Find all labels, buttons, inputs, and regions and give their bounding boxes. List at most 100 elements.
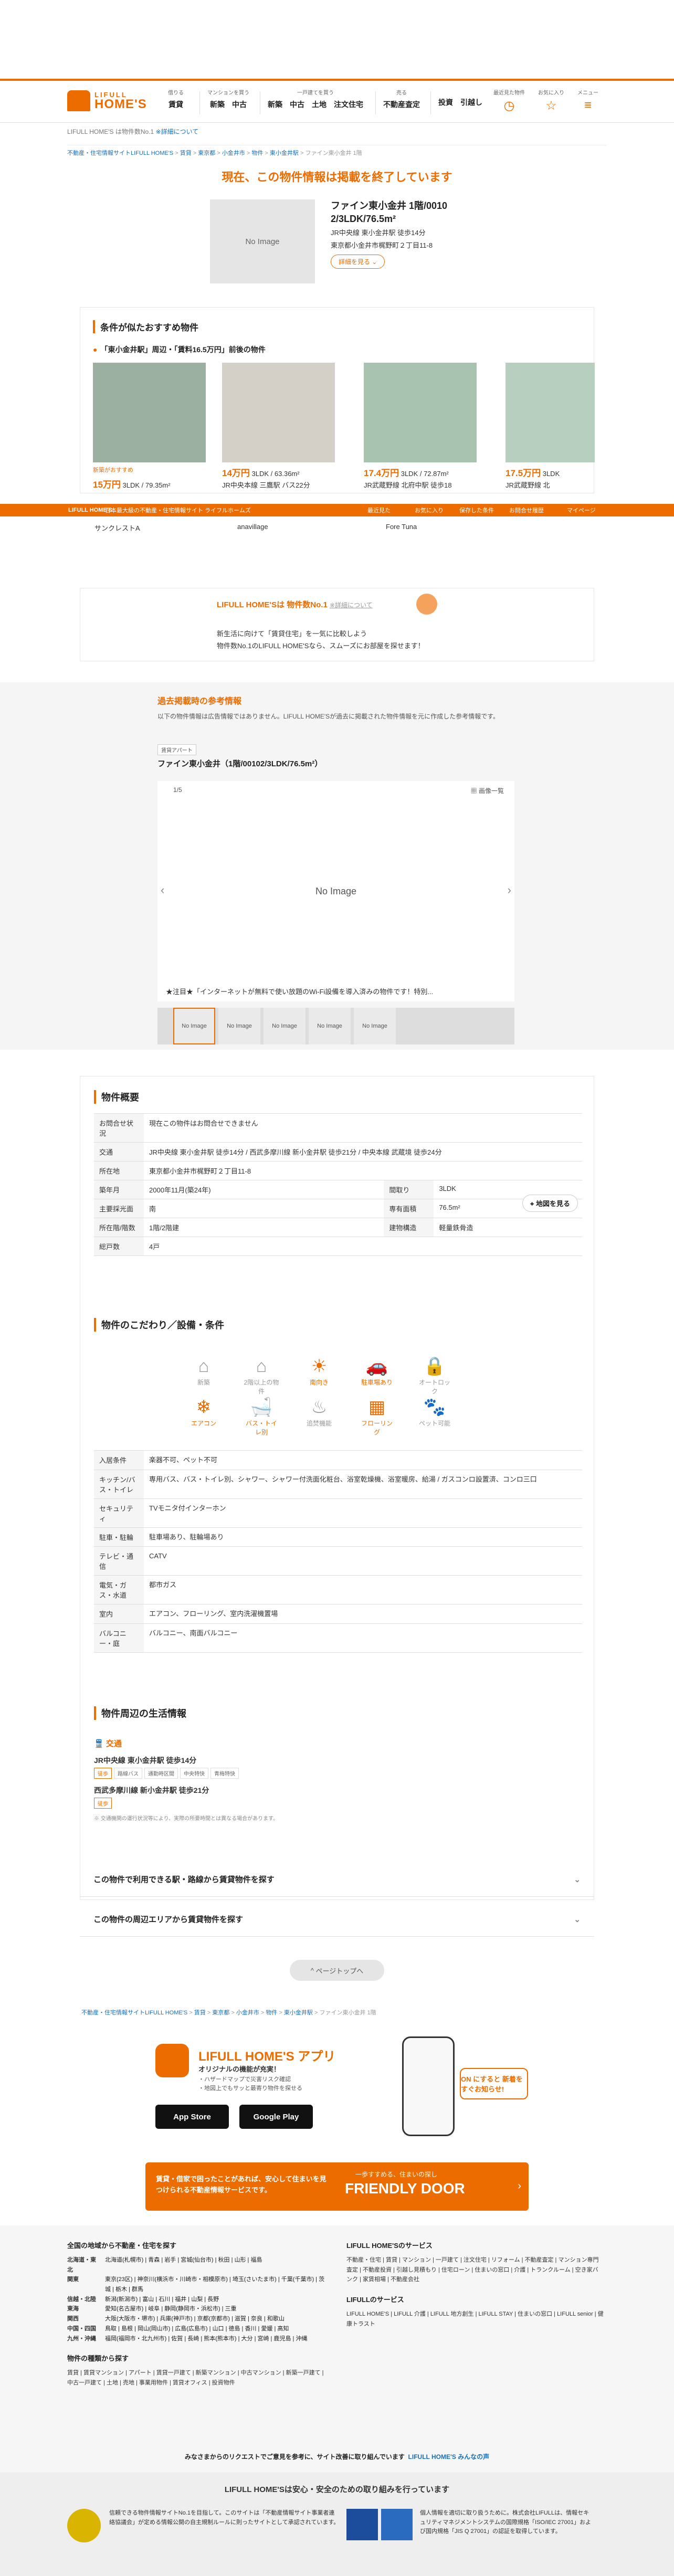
region-links[interactable]: 大阪(大阪市・堺市) | 兵庫(神戸市) | 京都(京都市) | 滋賀 | 奈良… <box>105 2314 285 2324</box>
detail-button[interactable]: 詳細を見る ⌄ <box>331 255 385 269</box>
breadcrumb-item[interactable]: 小金井市 <box>222 150 245 156</box>
site-logo[interactable]: LIFULL HOME'S <box>67 90 147 111</box>
breadcrumb-item[interactable]: 東京都 <box>198 150 215 156</box>
chip[interactable]: 青梅特快 <box>210 1768 239 1779</box>
nav-link-custom[interactable]: 注文住宅 <box>334 99 363 110</box>
accordion-station-search[interactable]: この物件で利用できる駅・路線から賃貸物件を探す ⌄ <box>80 1862 594 1897</box>
thumbnail[interactable]: No Image <box>264 1008 306 1044</box>
menu-button[interactable]: メニュー ≡ <box>572 88 604 113</box>
lifull-links[interactable]: LIFULL HOME'S | LIFULL 介護 | LIFULL 地方創生 … <box>346 2309 604 2329</box>
feature-2f: ⌂ 2階以上の物件 <box>243 1355 280 1396</box>
region-links[interactable]: 愛知(名古屋市) | 岐阜 | 静岡(静岡市・浜松市) | 三重 <box>105 2304 237 2314</box>
nav-link-mansion-new[interactable]: 新築 <box>210 99 225 110</box>
row-key: 所在地 <box>94 1161 144 1180</box>
bath-icon: 🛁 <box>250 1397 273 1417</box>
thumbnail[interactable]: No Image <box>173 1008 215 1044</box>
breadcrumb-item[interactable]: 小金井市 <box>236 2010 259 2016</box>
nav-mansion: マンションを買う 新築 中古 <box>207 88 249 110</box>
page-top-button[interactable]: ^ ページトップへ <box>290 1960 384 1981</box>
history-heading: 過去掲載時の参考情報 <box>157 697 242 706</box>
traffic-label: 交通 <box>106 1739 122 1748</box>
region-links[interactable]: 鳥取 | 島根 | 岡山(岡山市) | 広島(広島市) | 山口 | 徳島 | … <box>105 2324 289 2334</box>
card-spec: 3LDK / 63.36m² <box>251 470 300 478</box>
recommend-card[interactable]: 17.4万円 3LDK / 72.87m² JR武蔵野線 北府中駅 徒歩18 <box>364 363 477 490</box>
row-value: 楽器不可、ペット不可 <box>149 1456 218 1464</box>
no1-note-link[interactable]: ※詳細について <box>330 601 373 609</box>
card-spec: 3LDK / 72.87m² <box>401 470 449 478</box>
row-key: 建物構造 <box>384 1218 434 1237</box>
breadcrumb-item[interactable]: 東京都 <box>212 2010 229 2016</box>
image-list-button[interactable]: ▦ 画像一覧 <box>471 786 504 795</box>
thumbnail[interactable]: No Image <box>354 1008 396 1044</box>
feature-pet: 🐾 ペット可能 <box>416 1396 453 1428</box>
prev-arrow-icon[interactable]: ‹ <box>161 883 164 897</box>
breadcrumb: 不動産・住宅情報サイトLIFULL HOME'S > 賃貸 > 東京都 > 小金… <box>67 145 607 157</box>
breadcrumb-item[interactable]: 不動産・住宅情報サイトLIFULL HOME'S <box>81 2010 187 2016</box>
recent-button[interactable]: 最近見た物件 ◷ <box>493 88 525 113</box>
store-label: App Store <box>173 2112 211 2121</box>
breadcrumb-item[interactable]: 東小金井駅 <box>270 150 299 156</box>
breadcrumb-item[interactable]: 賃貸 <box>194 2010 206 2016</box>
chip[interactable]: 路線バス <box>114 1768 142 1779</box>
recommend-card[interactable]: 17.5万円 3LDK JR武蔵野線 北 <box>506 363 595 490</box>
nav-link-moving[interactable]: 引越し <box>460 97 482 108</box>
thumbnail[interactable]: No Image <box>218 1008 260 1044</box>
map-button[interactable]: ⌖ 地図を見る <box>522 1195 578 1212</box>
nav-house: 一戸建てを買う 新築 中古 土地 注文住宅 <box>268 88 363 110</box>
card-badge: 新築がおすすめ <box>93 467 133 473</box>
row-key: バルコニー・庭 <box>94 1623 144 1652</box>
sticky-favorite[interactable]: お気に入り <box>415 506 444 514</box>
breadcrumb-item[interactable]: 物件 <box>266 2010 277 2016</box>
region-links[interactable]: 福岡(福岡市・北九州市) | 佐賀 | 長崎 | 熊本(熊本市) | 大分 | … <box>105 2334 307 2344</box>
breadcrumb-item[interactable]: 東小金井駅 <box>284 2010 313 2016</box>
app-store-button[interactable]: App Store <box>155 2105 229 2129</box>
favorite-label: お気に入り <box>538 90 564 96</box>
no1-line: 新生活に向けて「賃貸住宅」を一気に比較しよう <box>217 630 367 638</box>
nav-link-house-used[interactable]: 中古 <box>290 99 304 110</box>
property-title: ファイン東小金井 1階/0010 2/3LDK/76.5m² <box>331 200 448 225</box>
nav-link-house-new[interactable]: 新築 <box>268 99 282 110</box>
nav-link-land[interactable]: 土地 <box>312 99 327 110</box>
sticky-recent[interactable]: 最近見た <box>367 506 391 514</box>
chip[interactable]: 徒歩 <box>94 1768 112 1779</box>
accordion-label: この物件で利用できる駅・路線から賃貸物件を探す <box>93 1875 275 1884</box>
feedback-link[interactable]: LIFULL HOME'S みんなの声 <box>408 2453 490 2461</box>
breadcrumb-item[interactable]: 不動産・住宅情報サイトLIFULL HOME'S <box>67 150 173 156</box>
favorite-button[interactable]: お気に入り ☆ <box>535 88 567 113</box>
sticky-mypage[interactable]: マイページ <box>567 506 596 514</box>
service-links[interactable]: 不動産・住宅 | 賃貸 | マンション | 一戸建て | 注文住宅 | リフォー… <box>346 2255 604 2285</box>
nav-link-mansion-used[interactable]: 中古 <box>232 99 247 110</box>
next-arrow-icon[interactable]: › <box>508 883 511 897</box>
nav-link-assess[interactable]: 不動産査定 <box>383 99 420 110</box>
google-play-button[interactable]: Google Play <box>239 2105 313 2129</box>
recommend-card[interactable]: 新築がおすすめ 15万円 3LDK / 79.35m² <box>93 363 206 490</box>
history-property-name: ファイン東小金井（1階/00102/3LDK/76.5m²） <box>157 759 323 768</box>
sticky-inquiry[interactable]: お問合せ履歴 <box>509 506 544 514</box>
recommend-card[interactable]: 14万円 3LDK / 63.36m² JR中央本線 三鷹駅 バス22分 <box>222 363 335 490</box>
kind-links[interactable]: 賃貸 | 賃貸マンション | アパート | 賃貸一戸建て | 新築マンション |… <box>67 2368 330 2388</box>
no1-link[interactable]: ※詳細について <box>156 128 199 135</box>
accordion-area-search[interactable]: この物件の周辺エリアから賃貸物件を探す ⌄ <box>80 1902 594 1937</box>
sticky-saved[interactable]: 保存した条件 <box>459 506 494 514</box>
history-section: 過去掲載時の参考情報 以下の物件情報は広告情報ではありません。LIFULL HO… <box>0 682 674 1050</box>
chip[interactable]: 徒歩 <box>94 1798 112 1809</box>
region-links[interactable]: 新潟(新潟市) | 富山 | 石川 | 福井 | 山梨 | 長野 <box>105 2295 219 2305</box>
breadcrumb-item[interactable]: 物件 <box>251 150 263 156</box>
nav-link-invest[interactable]: 投資 <box>438 97 453 108</box>
row-value: 軽量鉄骨造 <box>434 1218 582 1237</box>
region-links[interactable]: 東京(23区) | 神奈川(横浜市・川崎市・相模原市) | 埼玉(さいたま市) … <box>105 2275 330 2294</box>
image-gallery[interactable]: No Image 1/5 ▦ 画像一覧 ‹ › ★注目★「インターネットが無料で… <box>157 781 514 1001</box>
region-links[interactable]: 北海道(札幌市) | 青森 | 岩手 | 宮城(仙台市) | 秋田 | 山形 |… <box>105 2255 262 2275</box>
row-key: お問合せ状況 <box>94 1113 144 1143</box>
chip[interactable]: 通勤時区間 <box>144 1768 178 1779</box>
history-desc: 以下の物件情報は広告情報ではありません。LIFULL HOME'Sが過去に掲載さ… <box>157 713 499 720</box>
thumbnail[interactable]: No Image <box>309 1008 351 1044</box>
nav-link-rent[interactable]: 賃貸 <box>168 99 183 110</box>
card-station: JR中央本線 三鷹駅 バス22分 <box>222 481 310 489</box>
gallery-counter: 1/5 <box>173 786 182 794</box>
station-2: 西武多摩川線 新小金井駅 徒歩21分 <box>94 1786 209 1794</box>
breadcrumb-item[interactable]: 賃貸 <box>180 150 192 156</box>
traffic-info: 🚆 交通 JR中央線 東小金井駅 徒歩14分 徒歩 路線バス 通勤時区間 中央特… <box>94 1738 582 1823</box>
chip[interactable]: 中央特快 <box>180 1768 208 1779</box>
friendly-door-banner[interactable]: 賃貸・借家で困ったことがあれば、安心して住まいを見つけられる不動産情報サービスで… <box>145 2162 529 2211</box>
